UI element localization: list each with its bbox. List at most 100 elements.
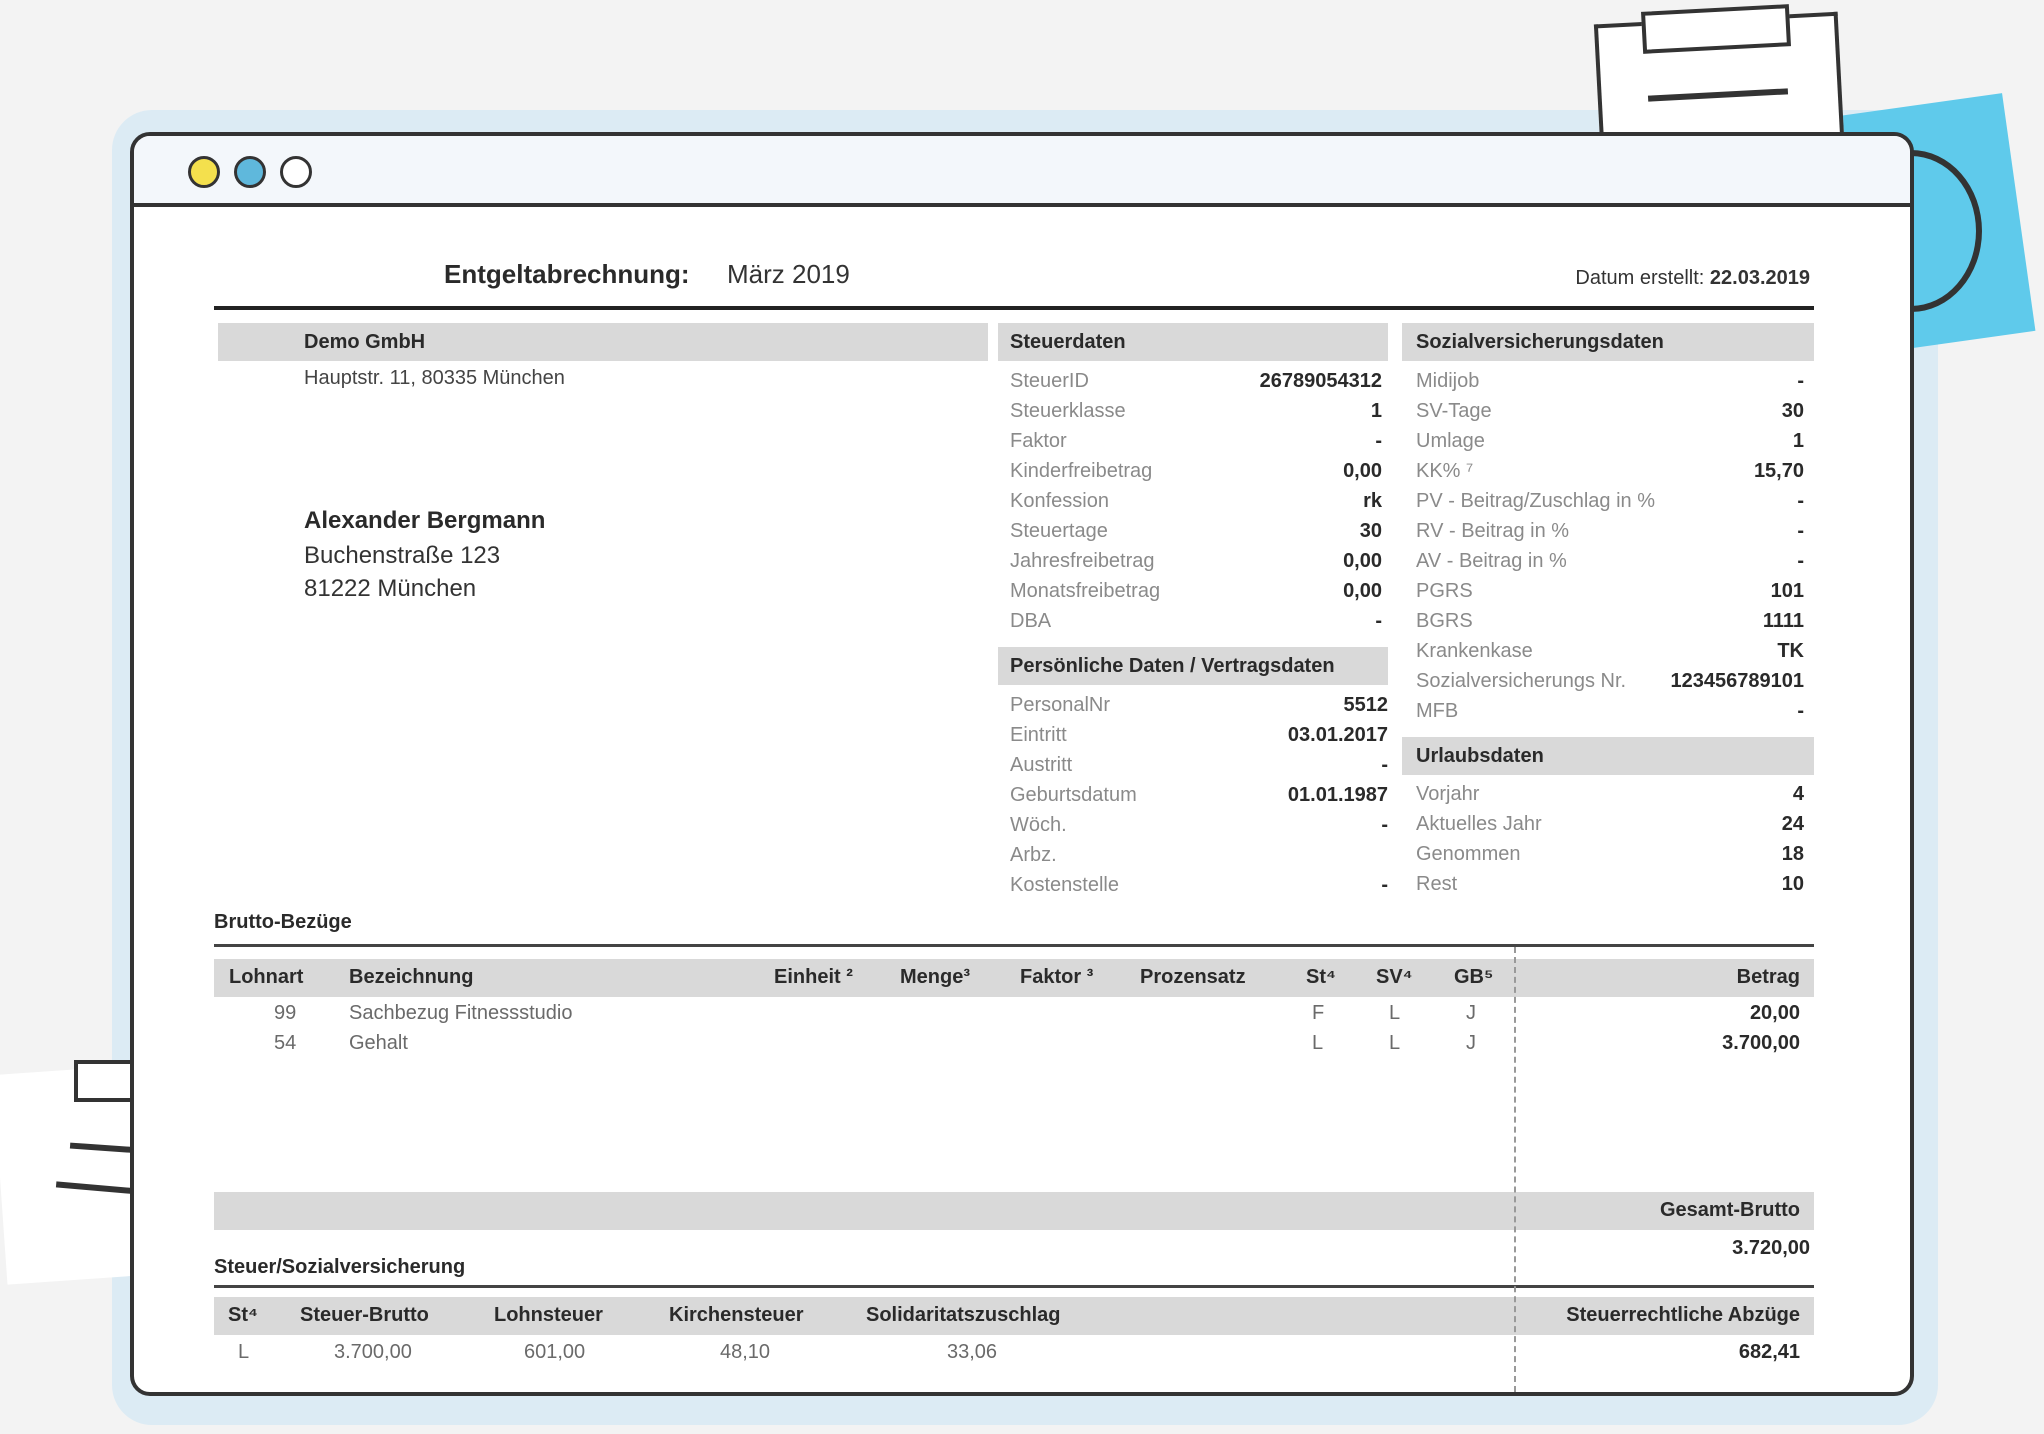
persoenlich-value: -: [1381, 754, 1388, 776]
urlaub-heading: Urlaubsdaten: [1416, 745, 1544, 767]
brutto-table-header: Lohnart Bezeichnung Einheit ² Menge³ Fak…: [214, 959, 1814, 997]
urlaub-label: Aktuelles Jahr: [1416, 813, 1542, 835]
sv-header: Sozialversicherungsdaten: [1402, 323, 1814, 361]
persoenlich-value: -: [1381, 874, 1388, 896]
col-lohnart: Lohnart: [229, 966, 304, 988]
persoenlich-row: Eintritt 03.01.2017: [1010, 720, 1388, 750]
persoenlich-label: Kostenstelle: [1010, 874, 1119, 896]
window-maximize-button[interactable]: [234, 156, 266, 188]
steuerdaten-label: Steuertage: [1010, 520, 1108, 542]
persoenlich-heading: Persönliche Daten / Vertragsdaten: [1010, 655, 1335, 677]
sv-label: SV-Tage: [1416, 400, 1492, 422]
steuerdaten-row: Konfession rk: [1010, 486, 1382, 516]
company-header: Demo GmbH: [218, 323, 988, 361]
cell-st: L: [1312, 1032, 1324, 1054]
steuerdaten-row: Faktor -: [1010, 426, 1382, 456]
cell-steuer-brutto: 3.700,00: [334, 1341, 412, 1363]
persoenlich-value: 01.01.1987: [1287, 784, 1388, 806]
persoenlich-value: -: [1381, 814, 1388, 836]
employee-name: Alexander Bergmann: [304, 507, 546, 534]
persoenlich-label: Geburtsdatum: [1010, 784, 1137, 806]
col-st: St⁴: [228, 1304, 258, 1326]
persoenlich-value: 5512: [1343, 694, 1389, 716]
sv-value: 30: [1781, 400, 1804, 422]
urlaub-row: Genommen 18: [1416, 839, 1804, 869]
cell-lohnart: 54: [274, 1032, 297, 1054]
persoenlich-label: PersonalNr: [1010, 694, 1111, 716]
payslip-document: Entgeltabrechnung: März 2019 Datum erste…: [134, 207, 1910, 1392]
steuer-section-label: Steuer/Sozialversicherung: [214, 1256, 466, 1278]
sv-value: 101: [1770, 580, 1804, 602]
sv-value: 123456789101: [1670, 670, 1804, 692]
sv-row: Krankenkase TK: [1416, 636, 1804, 666]
sv-row: BGRS 1111: [1416, 606, 1804, 636]
urlaub-value: 4: [1792, 783, 1804, 805]
column-separator: [1514, 947, 1516, 1392]
urlaub-header: Urlaubsdaten: [1402, 737, 1814, 775]
urlaub-row: Aktuelles Jahr 24: [1416, 809, 1804, 839]
brutto-section-label: Brutto-Bezüge: [214, 911, 352, 933]
cell-bezeichnung: Sachbezug Fitnessstudio: [349, 1002, 573, 1024]
steuerdaten-value: 30: [1359, 520, 1382, 542]
sv-label: BGRS: [1416, 610, 1473, 632]
steuerdaten-value: rk: [1363, 490, 1382, 512]
gesamt-brutto-label: Gesamt-Brutto: [1659, 1199, 1800, 1221]
urlaub-row: Vorjahr 4: [1416, 779, 1804, 809]
steuerdaten-value: -: [1375, 430, 1382, 452]
steuerdaten-label: Jahresfreibetrag: [1010, 550, 1155, 572]
cell-sv: L: [1389, 1002, 1401, 1024]
steuerdaten-row: Monatsfreibetrag 0,00: [1010, 576, 1382, 606]
browser-window: Entgeltabrechnung: März 2019 Datum erste…: [130, 132, 1914, 1396]
sv-value: -: [1797, 520, 1804, 542]
steuerdaten-label: SteuerID: [1010, 370, 1089, 392]
urlaub-value: 24: [1781, 813, 1804, 835]
window-titlebar: [134, 136, 1910, 207]
sv-value: 15,70: [1753, 460, 1804, 482]
steuerdaten-value: -: [1375, 610, 1382, 632]
col-steuer-brutto: Steuer-Brutto: [300, 1304, 429, 1326]
cell-steuerrechtliche-abzuege: 682,41: [1738, 1341, 1800, 1363]
window-close-button[interactable]: [280, 156, 312, 188]
steuer-table-header: St⁴ Steuer-Brutto Lohnsteuer Kirchensteu…: [214, 1297, 1814, 1335]
sv-value: 1111: [1762, 610, 1804, 632]
header-divider: [214, 306, 1814, 310]
steuerdaten-label: Steuerklasse: [1010, 400, 1126, 422]
sv-row: AV - Beitrag in % -: [1416, 546, 1804, 576]
sv-label: MFB: [1416, 700, 1459, 722]
cell-lohnart: 99: [274, 1002, 297, 1024]
date-created-value: 22.03.2019: [1709, 267, 1810, 289]
steuerdaten-label: Kinderfreibetrag: [1010, 460, 1153, 482]
urlaub-label: Vorjahr: [1416, 783, 1480, 805]
steuerdaten-row: Steuertage 30: [1010, 516, 1382, 546]
persoenlich-label: Austritt: [1010, 754, 1073, 776]
table-row: 54 Gehalt L L J 3.700,00: [214, 1030, 1814, 1060]
sv-row: PGRS 101: [1416, 576, 1804, 606]
sv-value: -: [1797, 490, 1804, 512]
cell-sv: L: [1389, 1032, 1401, 1054]
persoenlich-label: Wöch.: [1010, 814, 1067, 836]
cell-lohnsteuer: 601,00: [524, 1341, 586, 1363]
sv-label: RV - Beitrag in %: [1416, 520, 1570, 542]
date-created: Datum erstellt: 22.03.2019: [1575, 267, 1810, 290]
cell-st: F: [1312, 1002, 1325, 1024]
sv-row: Midijob -: [1416, 366, 1804, 396]
sv-label: PGRS: [1416, 580, 1473, 602]
persoenlich-row: PersonalNr 5512: [1010, 690, 1388, 720]
sv-row: Sozialversicherungs Nr. 123456789101: [1416, 666, 1804, 696]
window-minimize-button[interactable]: [188, 156, 220, 188]
persoenlich-label: Arbz.: [1010, 844, 1057, 866]
steuerdaten-label: Konfession: [1010, 490, 1109, 512]
persoenlich-row: Kostenstelle -: [1010, 870, 1388, 900]
sv-heading: Sozialversicherungsdaten: [1416, 331, 1664, 353]
steuerdaten-row: Steuerklasse 1: [1010, 396, 1382, 426]
col-steuerrechtliche-abzuege: Steuerrechtliche Abzüge: [1566, 1304, 1800, 1326]
sv-row: Umlage 1: [1416, 426, 1804, 456]
steuerdaten-row: Kinderfreibetrag 0,00: [1010, 456, 1382, 486]
sv-row: KK% ⁷ 15,70: [1416, 456, 1804, 486]
persoenlich-row: Austritt -: [1010, 750, 1388, 780]
sv-row: PV - Beitrag/Zuschlag in % -: [1416, 486, 1804, 516]
urlaub-value: 18: [1781, 843, 1804, 865]
cell-solidaritatszuschlag: 33,06: [947, 1341, 998, 1363]
col-betrag: Betrag: [1736, 966, 1800, 988]
col-sv: SV⁴: [1376, 966, 1413, 988]
